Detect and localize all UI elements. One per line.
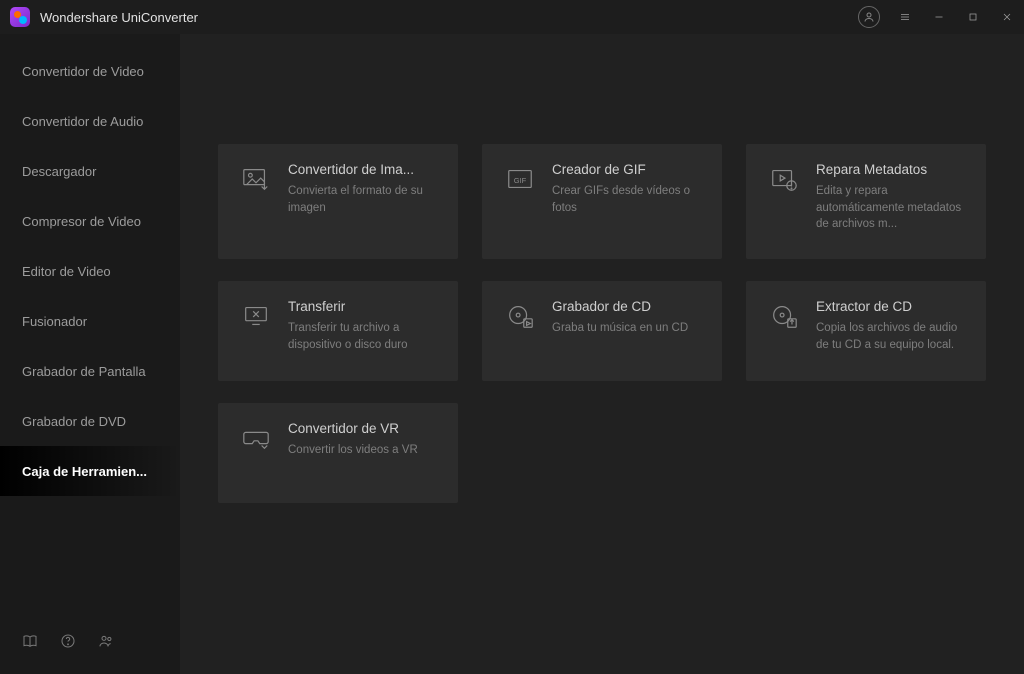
maximize-button[interactable] [956,0,990,34]
card-vr-converter[interactable]: Convertidor de VR Convertir los videos a… [218,403,458,503]
sidebar: Convertidor de Video Convertidor de Audi… [0,34,180,674]
help-button[interactable] [60,633,76,654]
card-desc: Convierta el formato de su imagen [288,183,442,216]
sidebar-item-video-editor[interactable]: Editor de Video [0,246,180,296]
sidebar-item-video-converter[interactable]: Convertidor de Video [0,46,180,96]
vr-icon [236,421,276,503]
book-icon [22,633,38,649]
card-title: Convertidor de VR [288,421,442,436]
close-icon [1001,11,1013,23]
main-content: Convertidor de Ima... Convierta el forma… [180,34,1024,674]
close-button[interactable] [990,0,1024,34]
sidebar-item-screen-recorder[interactable]: Grabador de Pantalla [0,346,180,396]
app-body: Convertidor de Video Convertidor de Audi… [0,34,1024,674]
sidebar-footer [0,633,180,674]
card-fix-metadata[interactable]: Repara Metadatos Edita y repara automáti… [746,144,986,259]
card-desc: Crear GIFs desde vídeos o fotos [552,183,706,216]
card-desc: Transferir tu archivo a dispositivo o di… [288,320,442,353]
transfer-icon [236,299,276,381]
card-desc: Convertir los videos a VR [288,442,442,459]
user-account-button[interactable] [858,6,880,28]
card-title: Extractor de CD [816,299,970,314]
maximize-icon [967,11,979,23]
user-icon [863,11,875,23]
metadata-icon [764,162,804,259]
minimize-icon [933,11,945,23]
app-logo-icon [10,7,30,27]
app-window: Wondershare UniConverter Convertidor de … [0,0,1024,674]
hamburger-icon [899,11,911,23]
sidebar-item-merger[interactable]: Fusionador [0,296,180,346]
card-title: Transferir [288,299,442,314]
sidebar-item-dvd-burner[interactable]: Grabador de DVD [0,396,180,446]
svg-text:GIF: GIF [514,176,527,185]
sidebar-item-video-compressor[interactable]: Compresor de Video [0,196,180,246]
sidebar-item-toolbox[interactable]: Caja de Herramien... [0,446,180,496]
card-title: Convertidor de Ima... [288,162,442,177]
card-desc: Graba tu música en un CD [552,320,706,337]
gif-icon: GIF [500,162,540,259]
card-desc: Edita y repara automáticamente metadatos… [816,183,970,233]
sidebar-item-audio-converter[interactable]: Convertidor de Audio [0,96,180,146]
card-image-converter[interactable]: Convertidor de Ima... Convierta el forma… [218,144,458,259]
titlebar-controls [858,0,1024,34]
image-icon [236,162,276,259]
card-title: Creador de GIF [552,162,706,177]
cd-rip-icon [764,299,804,381]
card-cd-burner[interactable]: Grabador de CD Graba tu música en un CD [482,281,722,381]
tool-grid: Convertidor de Ima... Convierta el forma… [218,144,996,503]
card-title: Grabador de CD [552,299,706,314]
card-gif-maker[interactable]: GIF Creador de GIF Crear GIFs desde víde… [482,144,722,259]
community-button[interactable] [98,633,114,654]
guide-button[interactable] [22,633,38,654]
titlebar: Wondershare UniConverter [0,0,1024,34]
menu-button[interactable] [888,0,922,34]
people-icon [98,633,114,649]
card-desc: Copia los archivos de audio de tu CD a s… [816,320,970,353]
cd-burn-icon [500,299,540,381]
minimize-button[interactable] [922,0,956,34]
card-title: Repara Metadatos [816,162,970,177]
app-title: Wondershare UniConverter [40,10,198,25]
card-cd-ripper[interactable]: Extractor de CD Copia los archivos de au… [746,281,986,381]
card-transfer[interactable]: Transferir Transferir tu archivo a dispo… [218,281,458,381]
question-icon [60,633,76,649]
sidebar-item-downloader[interactable]: Descargador [0,146,180,196]
